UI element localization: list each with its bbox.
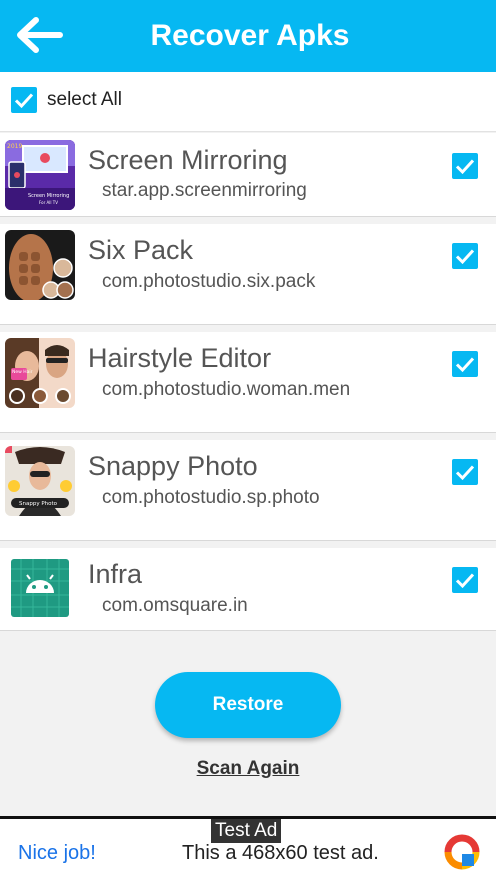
app-row[interactable]: Infra com.omsquare.in bbox=[0, 548, 496, 631]
snappy-photo-app-icon: Snappy Photo bbox=[5, 446, 75, 516]
app-checkbox[interactable] bbox=[452, 243, 478, 269]
app-package: com.photostudio.woman.men bbox=[102, 379, 351, 400]
app-row[interactable]: 2019 Screen Mirroring For All TV Screen … bbox=[0, 133, 496, 217]
ad-tag: Test Ad bbox=[211, 819, 282, 843]
app-package: star.app.screenmirroring bbox=[102, 180, 307, 201]
ad-text[interactable]: This a 468x60 test ad. bbox=[182, 842, 379, 865]
svg-text:New Hair: New Hair bbox=[12, 369, 33, 375]
app-name: Six Pack bbox=[88, 235, 194, 265]
app-row[interactable]: Snappy Photo Snappy Photo com.photostudi… bbox=[0, 440, 496, 541]
app-checkbox[interactable] bbox=[452, 153, 478, 179]
restore-button[interactable]: Restore bbox=[155, 672, 341, 738]
app-name: Screen Mirroring bbox=[88, 145, 288, 175]
select-all-label: select All bbox=[47, 89, 122, 110]
app-checkbox[interactable] bbox=[452, 567, 478, 593]
app-checkbox[interactable] bbox=[452, 459, 478, 485]
select-all-row[interactable]: select All bbox=[0, 72, 496, 132]
svg-text:For All TV: For All TV bbox=[39, 200, 58, 205]
app-bar: Recover Apks bbox=[0, 0, 496, 72]
app-package: com.photostudio.sp.photo bbox=[102, 487, 320, 508]
svg-text:2019: 2019 bbox=[7, 143, 22, 150]
screen-mirroring-app-icon: 2019 Screen Mirroring For All TV bbox=[5, 140, 75, 210]
app-row[interactable]: Six Pack com.photostudio.six.pack bbox=[0, 224, 496, 325]
android-app-icon bbox=[11, 559, 69, 617]
scan-again-link[interactable]: Scan Again bbox=[0, 758, 496, 780]
app-row[interactable]: New Hair Hairstyle Editor com.photostudi… bbox=[0, 332, 496, 433]
svg-text:Screen Mirroring: Screen Mirroring bbox=[28, 193, 69, 199]
select-all-checkbox[interactable] bbox=[11, 87, 37, 113]
hairstyle-editor-app-icon: New Hair bbox=[5, 338, 75, 408]
six-pack-app-icon bbox=[5, 230, 75, 300]
ad-logo-icon[interactable] bbox=[444, 834, 480, 870]
ad-headline[interactable]: Nice job! bbox=[18, 842, 96, 865]
svg-text:Snappy Photo: Snappy Photo bbox=[19, 501, 58, 507]
app-name: Hairstyle Editor bbox=[88, 343, 272, 373]
page-title: Recover Apks bbox=[150, 19, 350, 52]
app-package: com.omsquare.in bbox=[102, 595, 248, 616]
app-name: Snappy Photo bbox=[88, 451, 258, 481]
app-checkbox[interactable] bbox=[452, 351, 478, 377]
app-name: Infra bbox=[88, 559, 143, 589]
app-package: com.photostudio.six.pack bbox=[102, 271, 316, 292]
